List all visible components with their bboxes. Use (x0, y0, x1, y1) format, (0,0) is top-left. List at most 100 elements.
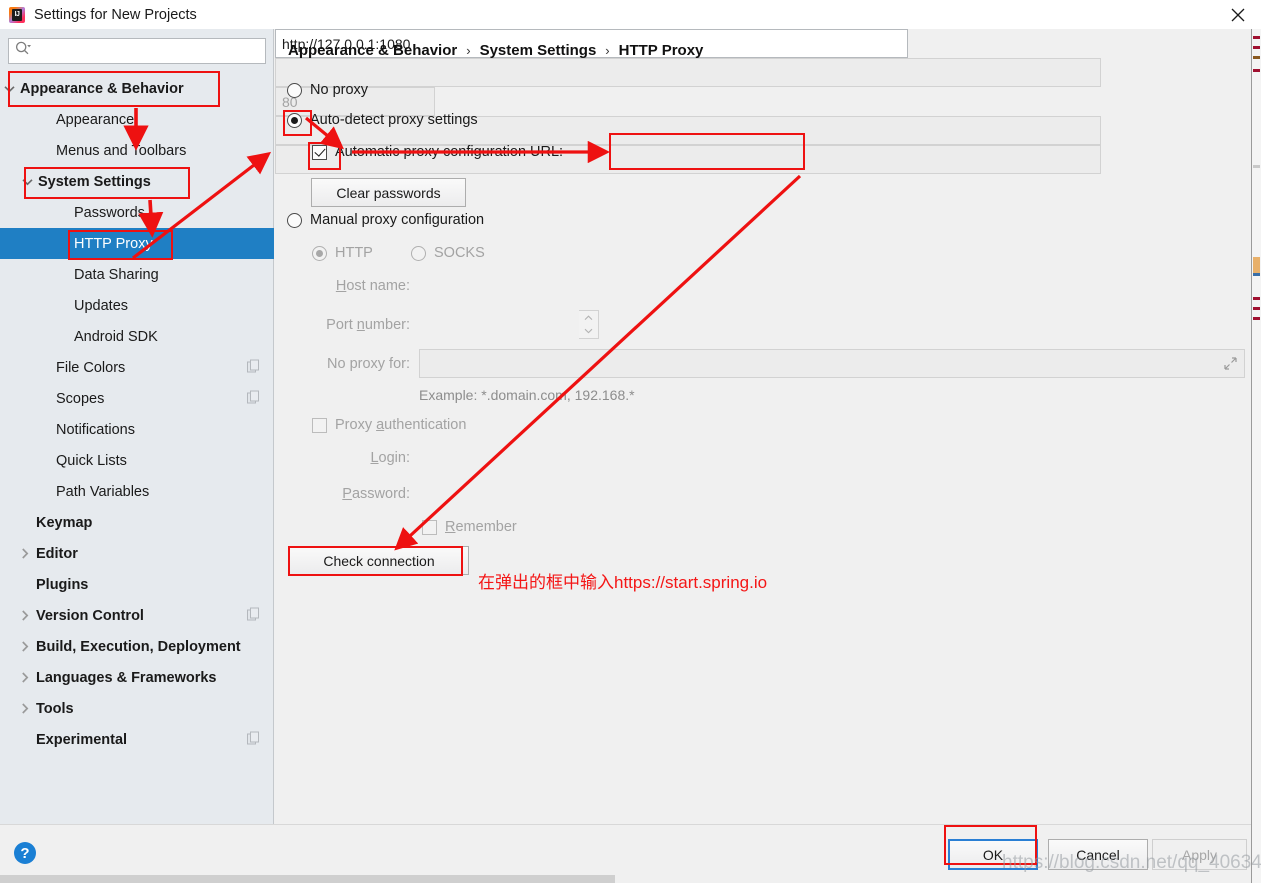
sidebar-item-label: Languages & Frameworks (36, 669, 217, 686)
project-scope-icon (247, 731, 260, 748)
no-proxy-radio-row[interactable]: No proxy (287, 82, 368, 98)
project-scope-icon (247, 607, 260, 624)
dialog-body: Appearance & Behavior Appearance Menus and… (0, 29, 1251, 883)
sidebar-item-label: Menus and Toolbars (56, 142, 187, 159)
sidebar-item-keymap[interactable]: Keymap (0, 507, 274, 538)
sidebar-item-version-control[interactable]: Version Control (0, 600, 274, 631)
editor-scrollbar[interactable] (1251, 29, 1261, 883)
proxy-authentication-checkbox (312, 417, 327, 433)
annotation-note-text: 在弹出的框中输入https://start.spring.io (478, 573, 768, 592)
no-proxy-for-input (419, 349, 1245, 378)
login-label: Login: (370, 450, 410, 466)
breadcrumb: Appearance & Behavior › System Settings … (288, 42, 703, 59)
port-number-label: Port number: (326, 317, 410, 333)
search-input[interactable] (35, 42, 255, 60)
sidebar-item-updates[interactable]: Updates (0, 290, 274, 321)
watermark-text: https://blog.csdn.net/qq_40634846 (1002, 852, 1261, 873)
sidebar-item-system-settings[interactable]: System Settings (0, 166, 274, 197)
sidebar-item-scopes[interactable]: Scopes (0, 383, 274, 414)
host-name-input (275, 58, 1101, 87)
manual-proxy-radio[interactable] (287, 212, 302, 228)
window-title: Settings for New Projects (34, 6, 197, 23)
chevron-right-icon[interactable] (18, 609, 32, 623)
proxy-authentication-label: Proxy authentication (335, 417, 467, 433)
host-name-label: Host name: (335, 278, 410, 294)
sidebar-item-label: Data Sharing (74, 266, 159, 283)
sidebar-item-tools[interactable]: Tools (0, 693, 274, 724)
auto-config-url-label: Automatic proxy configuration URL: (335, 144, 564, 160)
sidebar-item-label: Build, Execution, Deployment (36, 638, 241, 655)
breadcrumb-part-0[interactable]: Appearance & Behavior (288, 42, 457, 59)
sidebar-item-http-proxy[interactable]: HTTP Proxy (0, 228, 274, 259)
sidebar-item-label: Passwords (74, 204, 145, 221)
settings-dialog: IJ Settings for New Projects Appearance … (0, 0, 1261, 883)
auto-config-url-checkbox-row[interactable]: Automatic proxy configuration URL: (312, 144, 563, 160)
sidebar-item-label: Plugins (36, 576, 89, 593)
host-name-label-text: ost name: (346, 278, 410, 294)
socks-label: SOCKS (434, 245, 485, 261)
sidebar-item-label: Scopes (56, 390, 105, 407)
sidebar-item-editor[interactable]: Editor (0, 538, 274, 569)
project-scope-icon (247, 359, 260, 376)
chevron-right-icon[interactable] (18, 702, 32, 716)
sidebar-item-passwords[interactable]: Passwords (0, 197, 274, 228)
remember-checkbox (422, 519, 437, 535)
http-proxy-settings-panel: Appearance & Behavior › System Settings … (275, 29, 1251, 824)
chevron-down-icon[interactable] (20, 175, 34, 189)
sidebar-item-file-colors[interactable]: File Colors (0, 352, 274, 383)
sidebar-item-label: Notifications (56, 421, 135, 438)
no-proxy-radio[interactable] (287, 82, 302, 98)
clear-passwords-button[interactable]: Clear passwords (311, 178, 466, 207)
sidebar-item-path-variables[interactable]: Path Variables (0, 476, 274, 507)
sidebar-item-label: HTTP Proxy (74, 235, 153, 252)
manual-proxy-radio-row[interactable]: Manual proxy configuration (287, 212, 484, 228)
breadcrumb-separator-icon: › (605, 43, 610, 58)
help-icon[interactable]: ? (14, 842, 36, 864)
proxy-auth-checkbox-row: Proxy authentication (312, 417, 466, 433)
port-number-spinner (579, 310, 599, 339)
sidebar-item-languages-frameworks[interactable]: Languages & Frameworks (0, 662, 274, 693)
sidebar-item-experimental[interactable]: Experimental (0, 724, 274, 755)
sidebar-item-label: Appearance & Behavior (20, 80, 184, 97)
breadcrumb-part-1[interactable]: System Settings (480, 42, 597, 59)
sidebar-item-label: Version Control (36, 607, 144, 624)
sidebar-item-label: System Settings (38, 173, 151, 190)
http-label: HTTP (335, 245, 373, 261)
sidebar-item-label: Android SDK (74, 328, 158, 345)
auto-detect-radio-row[interactable]: Auto-detect proxy settings (287, 112, 478, 128)
remember-checkbox-row: Remember (422, 519, 517, 535)
auto-detect-proxy-radio[interactable] (287, 112, 302, 128)
expand-icon[interactable] (1223, 356, 1238, 376)
socks-radio (411, 245, 426, 261)
search-field[interactable] (8, 38, 266, 64)
remember-label: Remember (445, 519, 517, 535)
settings-tree: Appearance & Behavior Appearance Menus and… (0, 73, 274, 755)
sidebar-item-data-sharing[interactable]: Data Sharing (0, 259, 274, 290)
sidebar-item-label: Path Variables (56, 483, 150, 500)
sidebar-item-appearance[interactable]: Appearance (0, 104, 274, 135)
intellij-idea-icon: IJ (8, 6, 26, 24)
chevron-right-icon[interactable] (18, 671, 32, 685)
settings-sidebar: Appearance & Behavior Appearance Menus and… (0, 29, 274, 824)
sidebar-item-label: File Colors (56, 359, 126, 376)
sidebar-item-build-execution-deployment[interactable]: Build, Execution, Deployment (0, 631, 274, 662)
chevron-right-icon[interactable] (18, 547, 32, 561)
sidebar-item-notifications[interactable]: Notifications (0, 414, 274, 445)
sidebar-item-android-sdk[interactable]: Android SDK (0, 321, 274, 352)
horizontal-scrollbar[interactable] (0, 875, 615, 883)
sidebar-item-appearance-behavior[interactable]: Appearance & Behavior (0, 73, 274, 104)
auto-config-url-checkbox[interactable] (312, 144, 327, 160)
spinner-up-icon (579, 311, 598, 325)
sidebar-item-menus-and-toolbars[interactable]: Menus and Toolbars (0, 135, 274, 166)
close-icon[interactable] (1215, 0, 1261, 29)
sidebar-item-label: Appearance (56, 111, 135, 128)
password-label: Password: (342, 486, 410, 502)
chevron-down-icon[interactable] (2, 82, 16, 96)
sidebar-item-label: Editor (36, 545, 78, 562)
check-connection-button[interactable]: Check connection (289, 546, 469, 575)
sidebar-item-quick-lists[interactable]: Quick Lists (0, 445, 274, 476)
no-proxy-example-text: Example: *.domain.com, 192.168.* (419, 387, 635, 403)
sidebar-item-plugins[interactable]: Plugins (0, 569, 274, 600)
chevron-right-icon[interactable] (18, 640, 32, 654)
socks-radio-row: SOCKS (411, 245, 485, 261)
